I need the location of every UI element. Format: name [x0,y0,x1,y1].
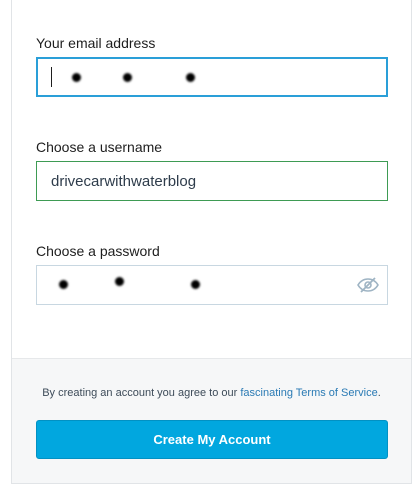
username-field[interactable]: drivecarwithwaterblog [36,161,388,201]
username-value: drivecarwithwaterblog [51,173,197,190]
terms-suffix: . [377,387,381,399]
signup-card: Your email address Choose a username dri… [11,0,412,484]
masked-char [59,280,68,289]
masked-char [123,73,132,82]
signup-footer: By creating an account you agree to our … [12,358,411,483]
email-field[interactable] [36,57,388,97]
password-field[interactable] [36,265,388,305]
signup-form: Your email address Choose a username dri… [12,0,411,358]
terms-of-service-link[interactable]: fascinating Terms of Service [240,387,377,399]
terms-notice: By creating an account you agree to our … [12,387,411,399]
terms-prefix: By creating an account you agree to our [42,387,241,399]
text-caret [51,67,52,87]
username-label: Choose a username [36,139,163,155]
eye-slash-icon[interactable] [357,276,379,294]
email-label: Your email address [36,35,156,51]
masked-char [191,280,200,289]
create-account-button[interactable]: Create My Account [36,420,388,459]
masked-char [72,73,81,82]
masked-char [186,73,195,82]
masked-char [115,277,124,286]
password-label: Choose a password [36,243,160,259]
